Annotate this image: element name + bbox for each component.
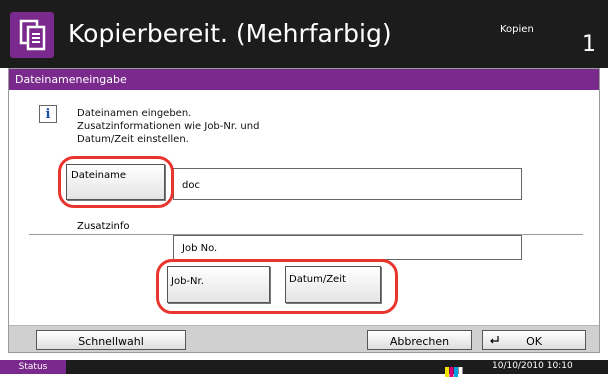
header-bar: Kopierbereit. (Mehrfarbig) Kopien 1 xyxy=(0,0,608,68)
page-title: Kopierbereit. (Mehrfarbig) xyxy=(68,19,392,48)
cancel-button[interactable]: Abbrechen xyxy=(367,330,472,350)
highlight-oval-filename xyxy=(58,156,174,208)
quick-setup-button[interactable]: Schnellwahl xyxy=(36,330,186,350)
copy-documents-icon xyxy=(10,12,54,58)
mode-label: Kopien xyxy=(500,24,534,35)
copy-count: 1 xyxy=(582,32,596,57)
ok-button[interactable]: OK xyxy=(482,330,586,350)
panel-content: i Dateinamen eingeben. Zusatzinformation… xyxy=(9,90,599,326)
info-icon: i xyxy=(39,105,57,123)
datetime: 10/10/2010 10:10 xyxy=(492,361,573,371)
zusatzinfo-label: Zusatzinfo xyxy=(77,221,130,232)
highlight-oval-extras xyxy=(156,259,398,314)
status-button[interactable]: Status xyxy=(0,360,66,374)
status-bar: Status 10/10/2010 10:10 xyxy=(0,360,608,377)
toner-level-icon xyxy=(445,362,463,377)
info-text-line-2: Zusatzinformationen wie Job-Nr. und xyxy=(77,121,260,132)
panel-title: Dateinameneingabe xyxy=(9,69,599,90)
info-text-line-3: Datum/Zeit einstellen. xyxy=(77,134,189,145)
filename-entry-panel: Dateinameneingabe i Dateinamen eingeben.… xyxy=(8,68,600,353)
ok-label: OK xyxy=(526,335,542,348)
info-text-line-1: Dateinamen eingeben. xyxy=(77,108,192,119)
filename-field[interactable]: doc xyxy=(173,168,522,200)
zusatzinfo-field: Job No. xyxy=(173,235,522,260)
enter-return-icon xyxy=(488,334,500,349)
